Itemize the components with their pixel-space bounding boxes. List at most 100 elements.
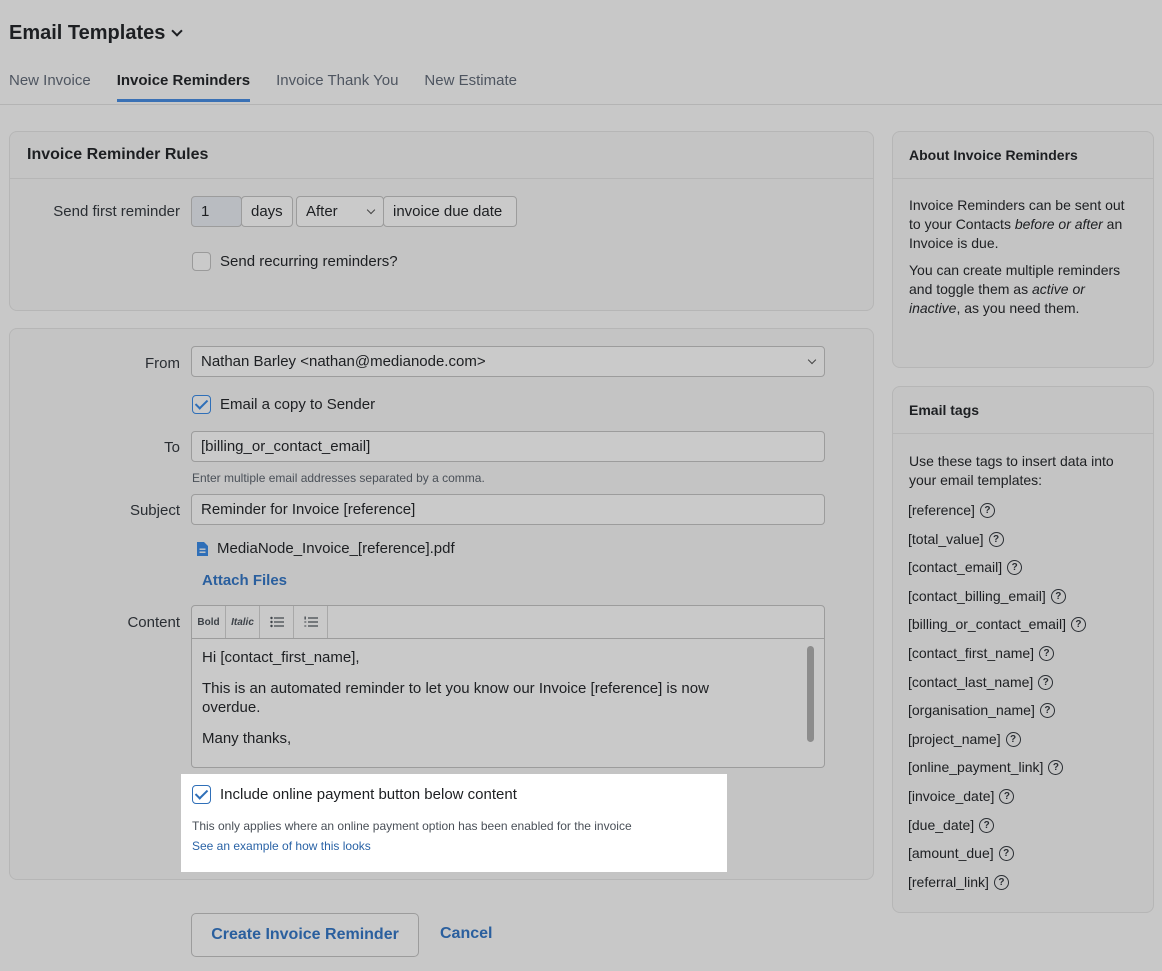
help-icon[interactable]: ? (979, 502, 995, 518)
document-icon (197, 541, 208, 556)
payment-button-label: Include online payment button below cont… (220, 786, 517, 803)
recurring-label: Send recurring reminders? (220, 253, 398, 270)
subject-value: Reminder for Invoice [reference] (201, 501, 416, 518)
create-reminder-button[interactable]: Create Invoice Reminder (191, 913, 419, 957)
editor-scrollbar[interactable] (807, 646, 814, 742)
to-hint: Enter multiple email addresses separated… (192, 471, 485, 485)
help-icon[interactable]: ? (1007, 559, 1023, 575)
template-tabs: New Invoice Invoice Reminders Invoice Th… (9, 72, 517, 102)
cancel-button[interactable]: Cancel (440, 925, 492, 943)
help-icon[interactable]: ? (1048, 759, 1064, 775)
from-label: From (145, 355, 180, 372)
email-tag-text: [billing_or_contact_email] (908, 616, 1066, 632)
about-panel-title: About Invoice Reminders (893, 132, 1153, 179)
italic-button[interactable]: Italic (226, 606, 260, 638)
subject-label: Subject (129, 502, 180, 519)
help-icon[interactable]: ? (1050, 588, 1066, 604)
help-icon[interactable]: ? (1005, 731, 1021, 747)
email-tag-text: [invoice_date] (908, 788, 995, 804)
copy-sender-label: Email a copy to Sender (220, 396, 376, 413)
page-title-text: Email Templates (9, 22, 166, 44)
subject-input[interactable]: Reminder for Invoice [reference] (191, 494, 825, 525)
email-tag-text: [total_value] (908, 531, 984, 547)
timing-select[interactable]: After (296, 196, 384, 227)
email-tag-item: [amount_due]? (908, 845, 1014, 861)
content-line: This is an automated reminder to let you… (202, 680, 709, 716)
help-icon[interactable]: ? (1038, 674, 1054, 690)
tab-invoice-thank-you[interactable]: Invoice Thank You (276, 72, 398, 102)
payment-note: This only applies where an online paymen… (192, 819, 632, 833)
about-text: , as you need them. (956, 300, 1080, 316)
payment-example-link[interactable]: See an example of how this looks (192, 839, 371, 853)
help-icon[interactable]: ? (988, 531, 1004, 547)
email-tag-text: [reference] (908, 502, 975, 518)
email-tag-text: [contact_billing_email] (908, 588, 1046, 604)
tab-new-estimate[interactable]: New Estimate (424, 72, 517, 102)
editor-toolbar: Bold Italic (192, 606, 824, 639)
email-tag-text: [contact_email] (908, 559, 1003, 575)
email-tag-item: [contact_billing_email]? (908, 588, 1066, 604)
about-paragraph-2: You can create multiple reminders and to… (893, 253, 1153, 318)
days-unit-addon: days (241, 196, 293, 227)
email-tag-text: [organisation_name] (908, 702, 1035, 718)
help-icon[interactable]: ? (979, 817, 995, 833)
email-tag-text: [contact_first_name] (908, 645, 1035, 661)
days-input[interactable]: 1 (191, 196, 242, 227)
email-tag-item: [contact_first_name]? (908, 645, 1055, 661)
tab-new-invoice[interactable]: New Invoice (9, 72, 91, 102)
about-emphasis: before or after (1014, 216, 1103, 232)
email-tag-item: [contact_email]? (908, 559, 1023, 575)
email-tag-item: [contact_last_name]? (908, 674, 1054, 690)
email-tag-text: [amount_due] (908, 845, 994, 861)
help-icon[interactable]: ? (993, 874, 1009, 890)
email-tag-item: [referral_link]? (908, 874, 1009, 890)
bullet-list-icon[interactable] (260, 606, 294, 638)
to-value: [billing_or_contact_email] (201, 438, 371, 455)
from-select[interactable]: Nathan Barley <nathan@medianode.com> (191, 346, 825, 377)
days-value: 1 (201, 203, 210, 220)
help-icon[interactable]: ? (998, 845, 1014, 861)
page-title[interactable]: Email Templates (9, 22, 184, 45)
send-first-label: Send first reminder (53, 203, 180, 220)
email-tags-title: Email tags (893, 387, 1153, 434)
help-icon[interactable]: ? (1039, 702, 1055, 718)
chevron-down-icon (366, 205, 376, 214)
days-unit-text: days (251, 203, 283, 220)
to-label: To (164, 439, 180, 456)
rules-panel-title: Invoice Reminder Rules (10, 132, 873, 179)
chevron-down-icon (807, 355, 817, 364)
email-tag-item: [reference]? (908, 502, 995, 518)
email-tag-text: [contact_last_name] (908, 674, 1034, 690)
email-tag-item: [due_date]? (908, 817, 995, 833)
content-editor[interactable]: Bold Italic Hi [contact_first_name], Thi… (191, 605, 825, 768)
email-tag-text: [referral_link] (908, 874, 989, 890)
numbered-list-icon[interactable] (294, 606, 328, 638)
to-input[interactable]: [billing_or_contact_email] (191, 431, 825, 462)
content-line: Many thanks, (202, 730, 292, 747)
help-icon[interactable]: ? (999, 788, 1015, 804)
content-label: Content (127, 614, 180, 631)
email-tag-item: [online_payment_link]? (908, 759, 1064, 775)
email-tag-item: [invoice_date]? (908, 788, 1015, 804)
attachment-item[interactable]: MediaNode_Invoice_[reference].pdf (196, 540, 455, 557)
attachment-filename: MediaNode_Invoice_[reference].pdf (217, 540, 455, 557)
chevron-down-icon[interactable] (171, 25, 184, 37)
email-tag-text: [project_name] (908, 731, 1001, 747)
recurring-checkbox[interactable] (192, 252, 211, 271)
about-text: You can create multiple reminders and to… (909, 262, 1121, 297)
attach-files-link[interactable]: Attach Files (202, 572, 287, 589)
bold-button[interactable]: Bold (192, 606, 226, 638)
payment-button-checkbox[interactable] (192, 785, 211, 804)
help-icon[interactable]: ? (1070, 616, 1086, 632)
tabs-divider (0, 104, 1162, 105)
email-tag-item: [project_name]? (908, 731, 1021, 747)
editor-content[interactable]: Hi [contact_first_name], This is an auto… (192, 639, 824, 769)
from-value: Nathan Barley <nathan@medianode.com> (201, 353, 486, 370)
tab-invoice-reminders[interactable]: Invoice Reminders (116, 72, 251, 102)
content-line: Hi [contact_first_name], (202, 649, 360, 666)
copy-sender-checkbox[interactable] (192, 395, 211, 414)
help-icon[interactable]: ? (1039, 645, 1055, 661)
email-tag-item: [total_value]? (908, 531, 1004, 547)
about-panel: About Invoice Reminders Invoice Reminder… (892, 131, 1154, 368)
reference-point-text: invoice due date (393, 203, 503, 220)
